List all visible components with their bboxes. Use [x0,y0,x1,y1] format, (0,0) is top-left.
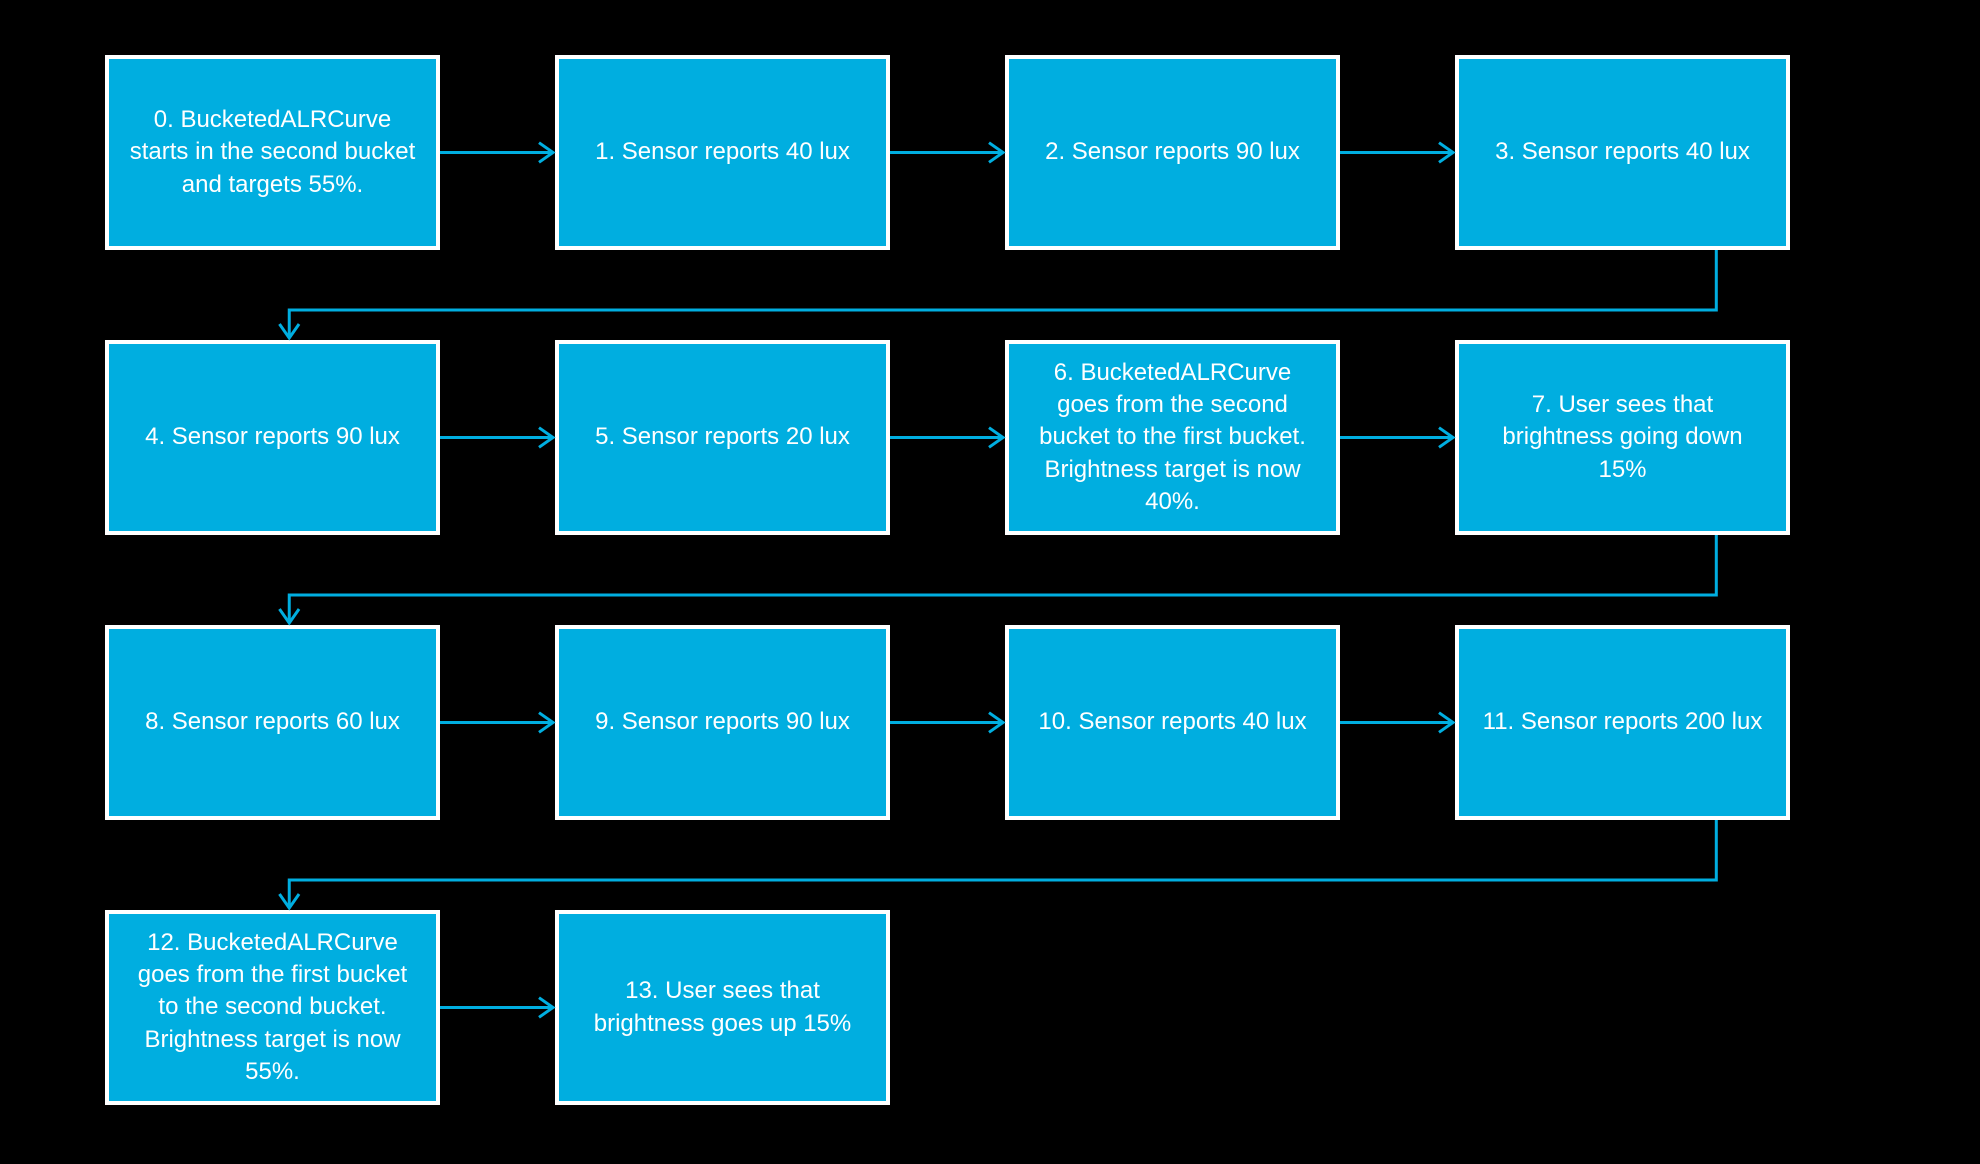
flow-node-n6: 6. BucketedALRCurve goes from the second… [1005,340,1340,535]
flow-node-n11: 11. Sensor reports 200 lux [1455,625,1790,820]
flow-node-label: 0. BucketedALRCurve starts in the second… [127,104,418,201]
flow-node-label: 13. User sees that brightness goes up 15… [577,975,868,1040]
flow-node-n0: 0. BucketedALRCurve starts in the second… [105,55,440,250]
flow-node-label: 4. Sensor reports 90 lux [145,421,400,453]
flow-node-label: 9. Sensor reports 90 lux [595,706,850,738]
flow-node-label: 2. Sensor reports 90 lux [1045,136,1300,168]
flow-node-n9: 9. Sensor reports 90 lux [555,625,890,820]
flow-node-n12: 12. BucketedALRCurve goes from the first… [105,910,440,1105]
flow-node-n1: 1. Sensor reports 40 lux [555,55,890,250]
flow-node-label: 1. Sensor reports 40 lux [595,136,850,168]
flow-node-n13: 13. User sees that brightness goes up 15… [555,910,890,1105]
flow-node-label: 5. Sensor reports 20 lux [595,421,850,453]
flow-node-n3: 3. Sensor reports 40 lux [1455,55,1790,250]
flow-node-label: 7. User sees that brightness going down … [1477,389,1768,486]
flow-node-label: 6. BucketedALRCurve goes from the second… [1027,357,1318,519]
flow-node-label: 11. Sensor reports 200 lux [1483,706,1763,738]
flow-node-n4: 4. Sensor reports 90 lux [105,340,440,535]
flow-node-label: 10. Sensor reports 40 lux [1038,706,1306,738]
flow-node-label: 8. Sensor reports 60 lux [145,706,400,738]
flow-node-n2: 2. Sensor reports 90 lux [1005,55,1340,250]
flow-node-n10: 10. Sensor reports 40 lux [1005,625,1340,820]
flow-node-label: 3. Sensor reports 40 lux [1495,136,1750,168]
flow-node-n5: 5. Sensor reports 20 lux [555,340,890,535]
flow-node-n8: 8. Sensor reports 60 lux [105,625,440,820]
flow-node-n7: 7. User sees that brightness going down … [1455,340,1790,535]
flow-diagram: 0. BucketedALRCurve starts in the second… [0,0,1980,1164]
flow-node-label: 12. BucketedALRCurve goes from the first… [127,927,418,1089]
